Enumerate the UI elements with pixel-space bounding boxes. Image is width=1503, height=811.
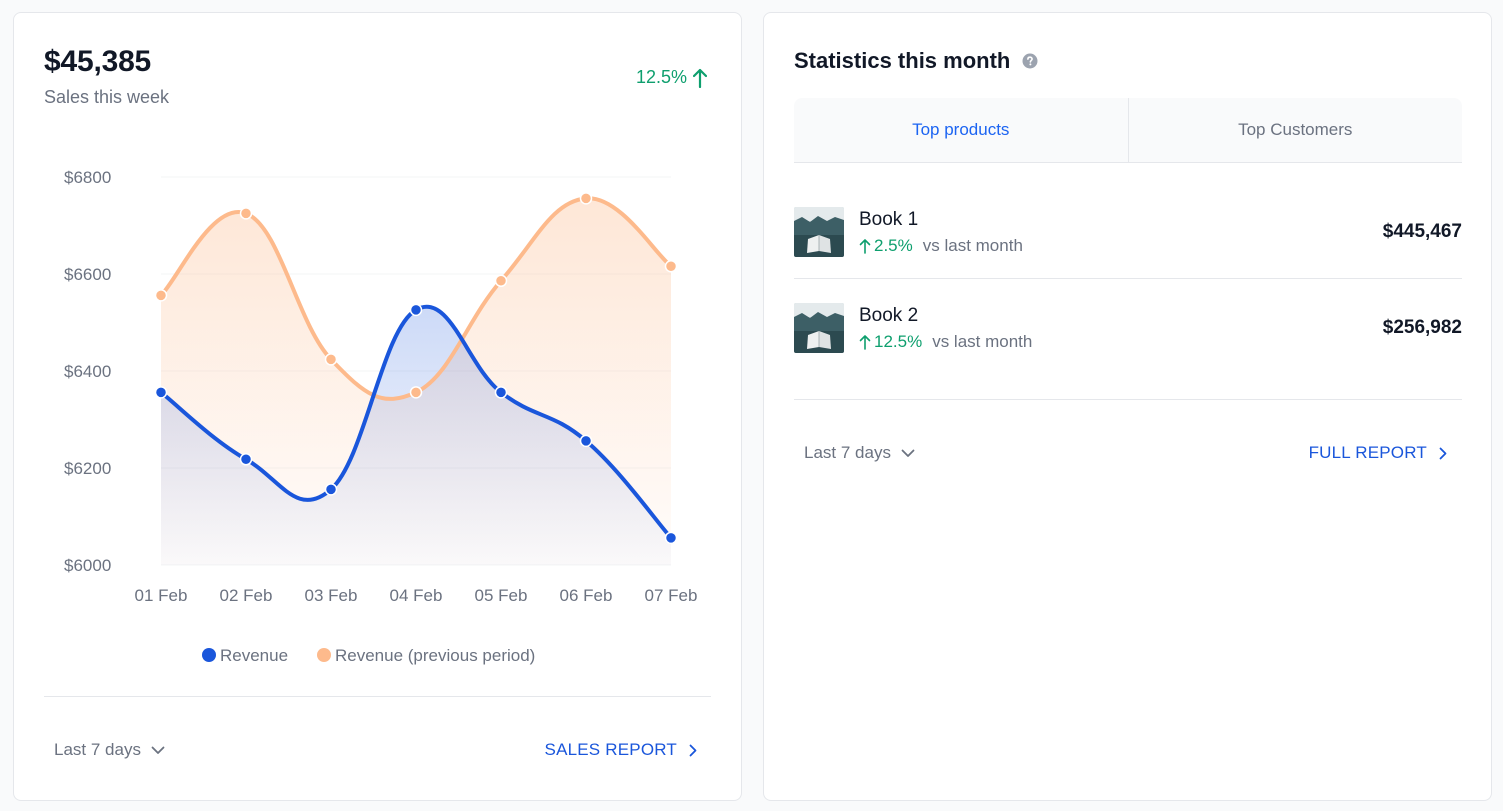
sales-change-value: 12.5% <box>635 67 687 87</box>
data-point <box>154 386 168 399</box>
chevron-down-icon <box>901 449 915 457</box>
statistics-card: Statistics this month Top products Top C… <box>763 12 1492 801</box>
sales-chart: $6800 $6600 $6400 $6200 $6000 01 Feb 02 Feb 03… <box>64 168 698 665</box>
product-change-line: 12.5% vs last month <box>859 332 1383 352</box>
product-name: Book 1 <box>859 208 919 230</box>
chart-legend: Revenue Revenue (previous period) <box>202 646 535 665</box>
y-tick-label: $6800 <box>64 168 111 187</box>
data-point <box>154 289 168 302</box>
x-tick-label: 04 Feb <box>390 586 443 605</box>
statistics-title: Statistics this month <box>794 48 1011 73</box>
product-row[interactable]: Book 2 12.5% vs last month $256,982 <box>794 280 1462 376</box>
data-point <box>664 259 678 273</box>
full-report-link[interactable]: FULL REPORT <box>1309 443 1447 463</box>
x-tick-label: 07 Feb <box>645 586 698 605</box>
product-value: $256,982 <box>1382 317 1462 338</box>
tab-top-products[interactable]: Top products <box>794 98 1128 162</box>
range-label: Last 7 days <box>804 443 891 462</box>
full-report-label: FULL REPORT <box>1308 443 1427 462</box>
chevron-right-icon <box>1439 447 1447 459</box>
chevron-right-icon <box>689 744 697 756</box>
arrow-up-icon <box>859 334 871 350</box>
product-compare-label: vs last month <box>932 331 1033 351</box>
x-tick-label: 01 Feb <box>135 586 188 605</box>
x-axis-labels: 01 Feb 02 Feb 03 Feb 04 Feb 05 Feb 06 Feb 07 F… <box>135 586 698 605</box>
legend-marker <box>202 648 216 662</box>
sales-report-label: SALES REPORT <box>544 740 677 759</box>
y-axis-labels: $6800 $6600 $6400 $6200 $6000 <box>64 168 111 575</box>
y-tick-label: $6000 <box>64 556 111 575</box>
data-point <box>324 353 338 366</box>
x-tick-label: 03 Feb <box>305 586 358 605</box>
sales-subtitle: Sales this week <box>44 87 170 107</box>
product-info: Book 1 2.5% vs last month <box>859 209 1383 256</box>
tab-top-customers[interactable]: Top Customers <box>1127 98 1463 162</box>
row-divider <box>794 278 1462 279</box>
data-point <box>664 531 678 545</box>
chevron-down-icon <box>151 746 165 754</box>
data-point <box>409 303 423 317</box>
product-change-value: 12.5% <box>874 331 923 351</box>
x-tick-label: 05 Feb <box>475 586 528 605</box>
data-point <box>579 192 593 205</box>
sales-change-badge: 12.5% <box>636 67 707 88</box>
product-change: 2.5% <box>859 236 913 256</box>
product-thumbnail <box>794 207 844 257</box>
question-circle-icon[interactable] <box>1022 53 1038 69</box>
stats-range-dropdown[interactable]: Last 7 days <box>804 443 915 463</box>
arrow-up-icon <box>693 68 707 88</box>
product-thumbnail <box>794 303 844 353</box>
x-tick-label: 06 Feb <box>560 586 613 605</box>
range-label: Last 7 days <box>54 740 141 759</box>
data-point <box>579 434 593 448</box>
product-change-value: 2.5% <box>874 235 913 255</box>
y-tick-label: $6600 <box>64 265 111 284</box>
sales-range-dropdown[interactable]: Last 7 days <box>54 740 165 760</box>
arrow-up-icon <box>859 238 871 254</box>
sales-report-link[interactable]: SALES REPORT <box>545 740 697 760</box>
data-point <box>324 483 338 496</box>
data-point <box>239 207 253 220</box>
chart-areas <box>161 198 671 565</box>
book-image-icon <box>794 303 844 353</box>
card-divider <box>44 696 711 697</box>
product-change-line: 2.5% vs last month <box>859 236 1383 256</box>
sales-amount: $45,385 <box>44 45 152 78</box>
product-value: $445,467 <box>1382 221 1462 242</box>
sales-card: $45,385 Sales this week 12.5% $6800 $6600… <box>13 12 742 801</box>
product-compare-label: vs last month <box>922 235 1023 255</box>
y-tick-label: $6200 <box>64 459 111 478</box>
product-change: 12.5% <box>859 332 922 352</box>
card-divider <box>794 399 1462 400</box>
book-image-icon <box>794 207 844 257</box>
y-tick-label: $6400 <box>64 362 111 381</box>
statistics-title-row: Statistics this month <box>794 48 1038 74</box>
product-info: Book 2 12.5% vs last month <box>859 305 1383 352</box>
data-point <box>409 386 423 399</box>
legend-label: Revenue (previous period) <box>335 646 535 665</box>
legend-marker <box>317 648 331 662</box>
data-point <box>494 274 508 288</box>
product-row[interactable]: Book 1 2.5% vs last month $445,467 <box>794 184 1462 280</box>
x-tick-label: 02 Feb <box>220 586 273 605</box>
data-point <box>494 386 508 399</box>
statistics-tabs: Top products Top Customers <box>794 98 1462 163</box>
legend-label: Revenue <box>220 646 288 665</box>
data-point <box>239 453 253 466</box>
product-name: Book 2 <box>859 304 919 326</box>
